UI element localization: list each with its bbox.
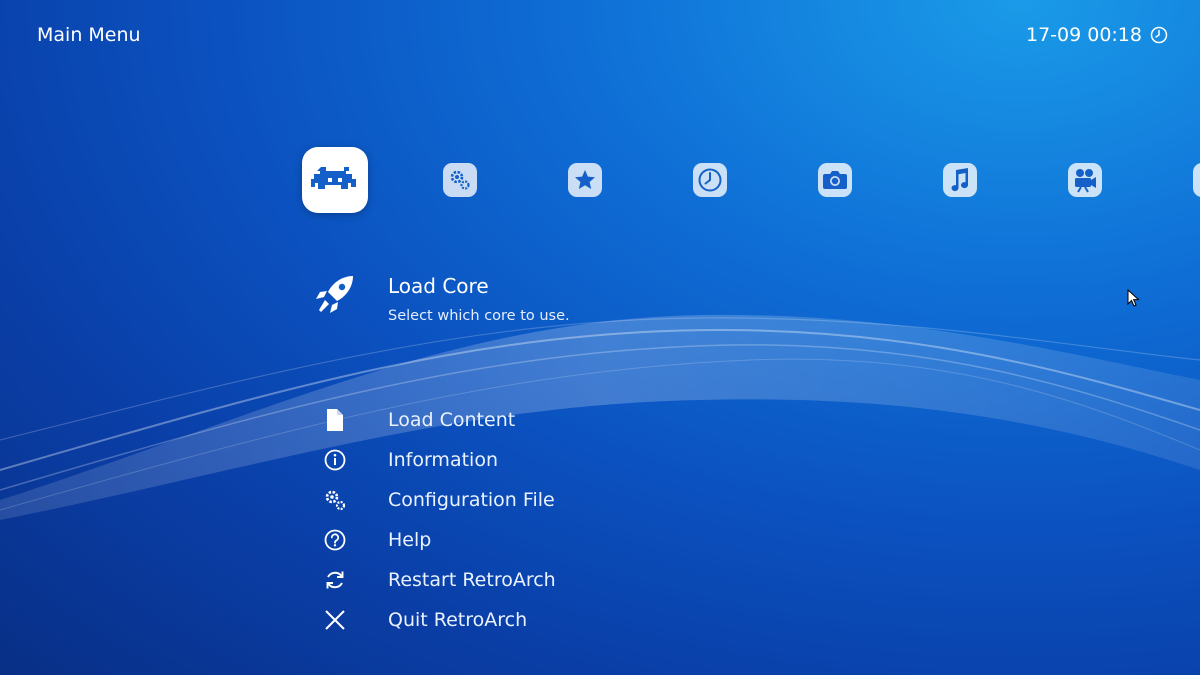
file-icon [310, 404, 360, 436]
info-icon [310, 444, 360, 476]
menu-item-label: Help [388, 529, 432, 551]
menu-item-label: Information [388, 449, 498, 471]
menu-item-label: Load Core [388, 274, 489, 298]
menu-item-label: Quit RetroArch [388, 609, 528, 631]
menu-item-label: Restart RetroArch [388, 569, 556, 591]
help-icon [310, 524, 360, 556]
gears-icon [310, 484, 360, 516]
close-icon [310, 604, 360, 636]
restart-icon [310, 564, 360, 596]
mouse-cursor-icon [1127, 288, 1141, 313]
menu-item-label: Configuration File [388, 489, 555, 511]
menu-item-label: Load Content [388, 409, 516, 431]
rocket-icon [310, 264, 360, 324]
menu-item-sublabel: Select which core to use. [388, 308, 570, 324]
main-menu-list: Load Core Select which core to use. Load… [0, 0, 1200, 675]
